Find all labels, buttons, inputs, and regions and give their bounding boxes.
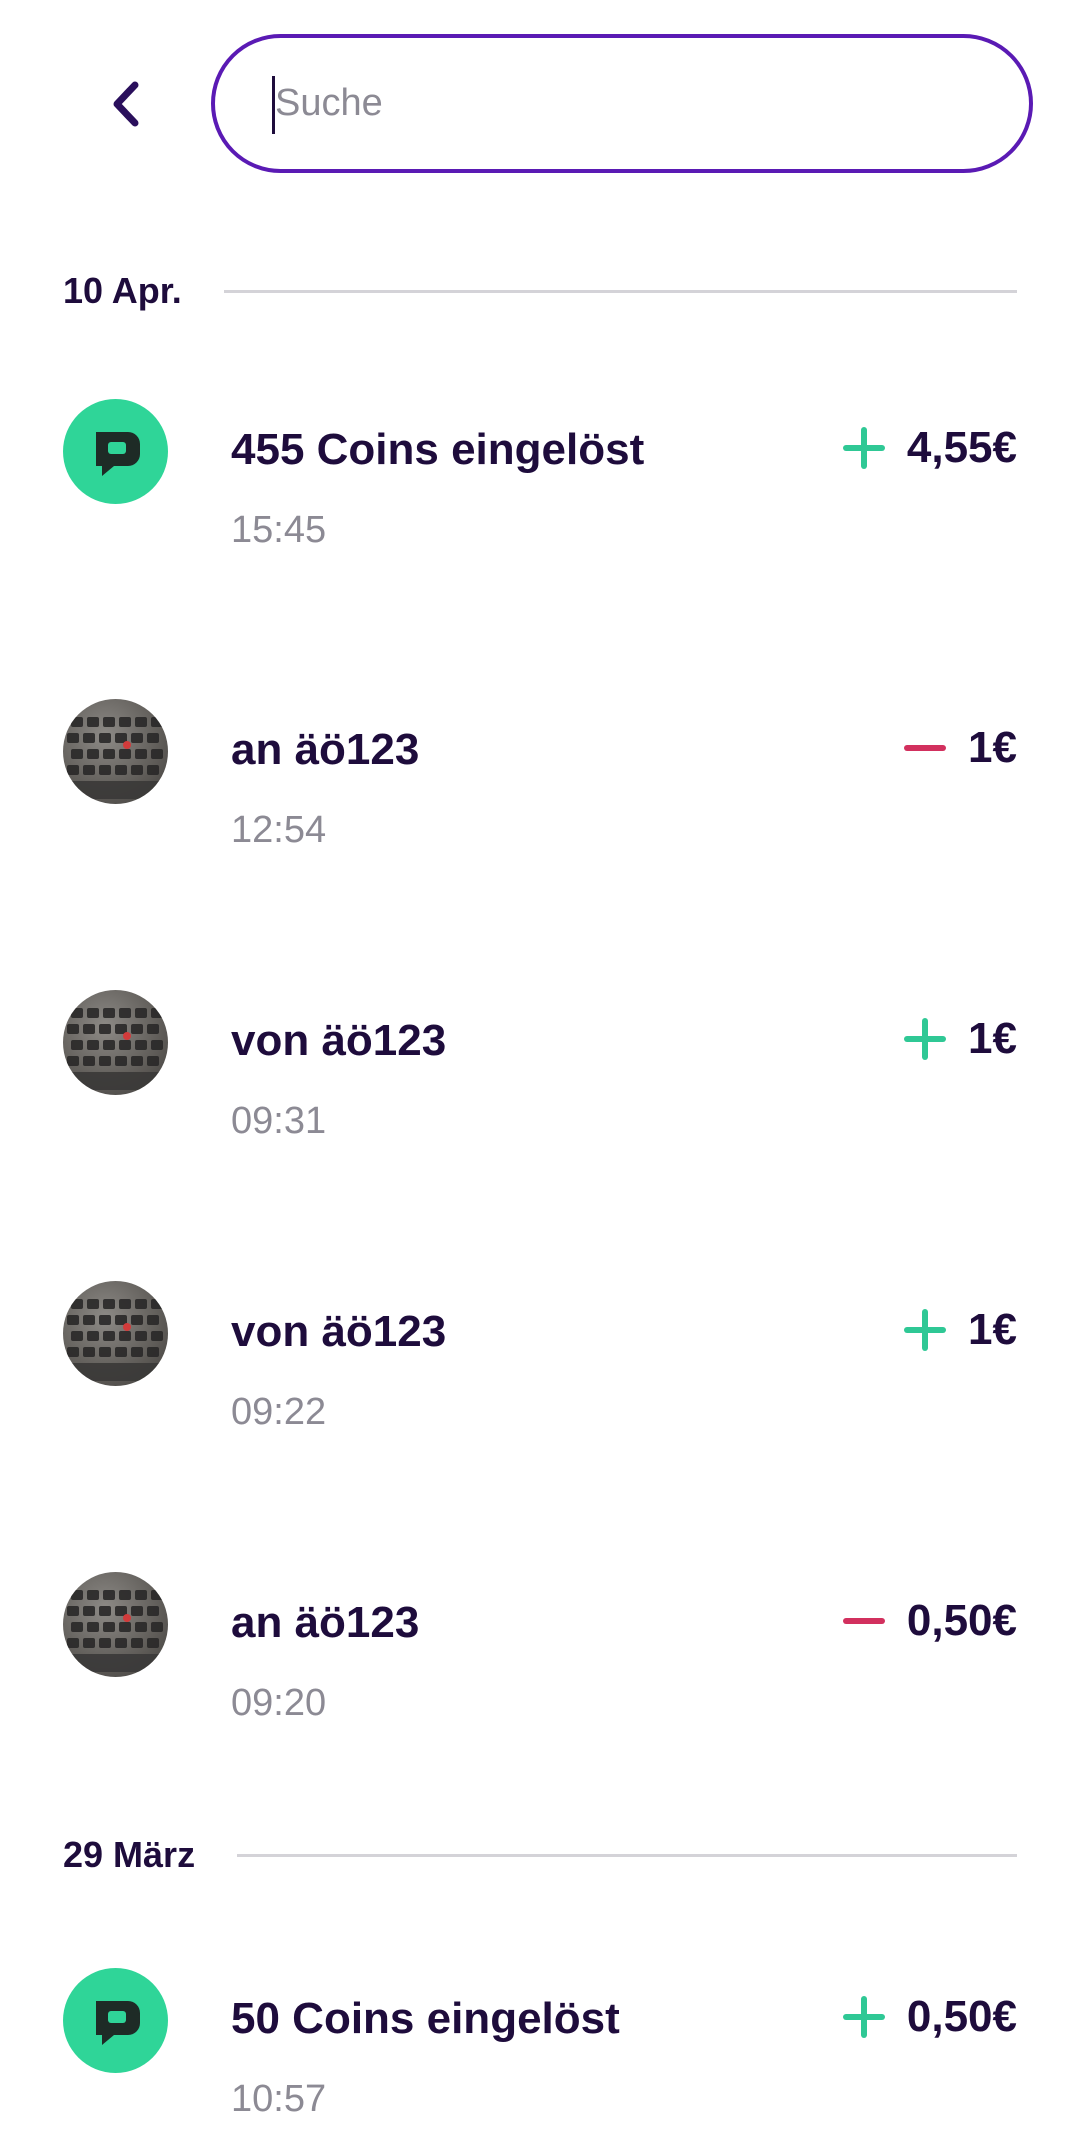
transaction-title: an äö123 <box>231 1598 420 1647</box>
transaction-title: 455 Coins eingelöst <box>231 425 645 474</box>
user-avatar <box>63 699 168 804</box>
plus-icon <box>904 1018 947 1060</box>
minus-icon <box>904 727 947 769</box>
amount-value: 0,50€ <box>906 1992 1017 2041</box>
transaction-row[interactable]: an äö123 12:54 1€ <box>63 699 1017 879</box>
transaction-time: 12:54 <box>231 809 327 851</box>
user-avatar <box>63 990 168 1095</box>
back-button[interactable] <box>92 70 160 138</box>
transaction-row[interactable]: an äö123 09:20 0,50€ <box>63 1572 1017 1752</box>
transaction-row[interactable]: von äö123 09:22 1€ <box>63 1281 1017 1461</box>
transaction-amount: 1€ <box>904 723 1017 773</box>
amount-value: 1€ <box>968 723 1017 772</box>
amount-value: 1€ <box>968 1305 1017 1354</box>
transaction-amount: 1€ <box>904 1305 1017 1355</box>
chevron-left-icon <box>113 81 139 127</box>
plus-icon <box>904 1309 947 1351</box>
section-header: 29 März <box>63 1830 1017 1880</box>
user-avatar <box>63 1281 168 1386</box>
text-cursor <box>272 76 275 134</box>
transaction-title: 50 Coins eingelöst <box>231 1994 620 2043</box>
plus-icon <box>842 427 885 469</box>
transaction-amount: 1€ <box>904 1014 1017 1064</box>
transaction-title: an äö123 <box>231 725 420 774</box>
amount-value: 0,50€ <box>906 1596 1017 1645</box>
section-date: 10 Apr. <box>63 270 182 311</box>
header <box>0 0 1077 200</box>
transaction-row[interactable]: 50 Coins eingelöst 10:57 0,50€ <box>63 1968 1017 2148</box>
divider <box>237 1853 1017 1857</box>
section-date: 29 März <box>63 1834 196 1875</box>
user-avatar <box>63 1572 168 1677</box>
transaction-time: 09:31 <box>231 1100 327 1142</box>
plus-icon <box>842 1996 885 2038</box>
transaction-row[interactable]: 455 Coins eingelöst 15:45 4,55€ <box>63 399 1017 579</box>
transaction-row[interactable]: von äö123 09:31 1€ <box>63 990 1017 1170</box>
transaction-time: 09:22 <box>231 1391 327 1433</box>
brand-logo-icon <box>63 1968 168 2073</box>
section-header: 10 Apr. <box>63 266 1017 316</box>
transaction-title: von äö123 <box>231 1307 447 1356</box>
brand-logo-icon <box>63 399 168 504</box>
transaction-time: 09:20 <box>231 1682 327 1724</box>
transaction-amount: 0,50€ <box>842 1992 1017 2042</box>
divider <box>223 289 1017 293</box>
minus-icon <box>842 1600 885 1642</box>
transaction-amount: 4,55€ <box>842 423 1017 473</box>
transaction-title: von äö123 <box>231 1016 447 1065</box>
transaction-time: 15:45 <box>231 509 327 551</box>
transaction-time: 10:57 <box>231 2078 327 2120</box>
amount-value: 1€ <box>968 1014 1017 1063</box>
search-field[interactable] <box>211 34 1033 173</box>
search-input[interactable] <box>273 81 977 126</box>
amount-value: 4,55€ <box>906 423 1017 472</box>
transaction-amount: 0,50€ <box>842 1596 1017 1646</box>
